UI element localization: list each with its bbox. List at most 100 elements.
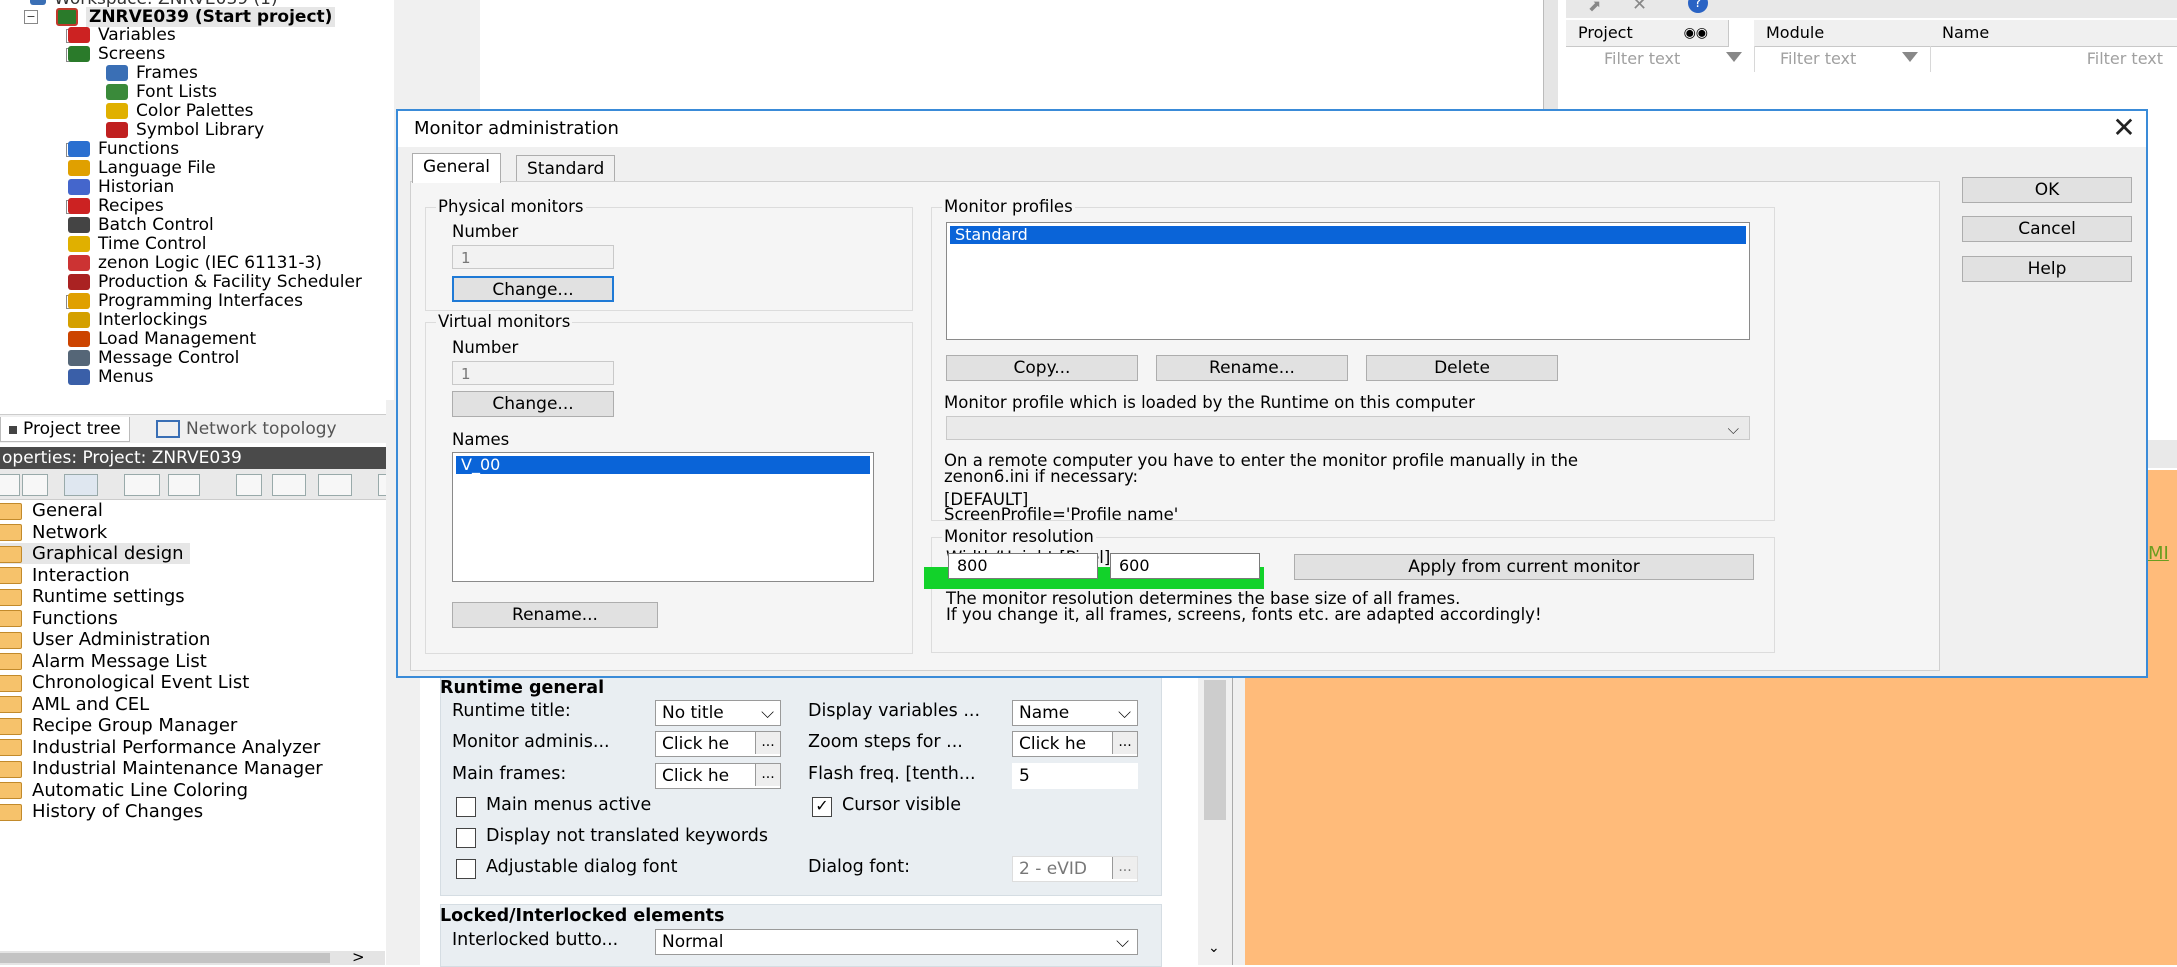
pin-icon[interactable]: ⬈ bbox=[1588, 0, 1601, 15]
main-frames-field[interactable]: Click he... bbox=[655, 763, 781, 789]
sort-icon[interactable] bbox=[0, 474, 20, 496]
binoculars-icon[interactable]: ◉◉ bbox=[1684, 20, 1708, 46]
properties-item[interactable]: Chronological Event List bbox=[0, 672, 255, 693]
monitor-admin-field[interactable]: Click he... bbox=[655, 731, 781, 757]
runtime-title-select[interactable]: No title ⌵ bbox=[655, 700, 781, 726]
scrollbar-thumb[interactable] bbox=[0, 953, 330, 963]
cancel-button[interactable]: Cancel bbox=[1962, 216, 2132, 242]
tree-item[interactable]: Menus bbox=[68, 368, 154, 387]
runtime-scrollbar-thumb[interactable] bbox=[1204, 680, 1226, 820]
tree-item[interactable]: Language File bbox=[68, 159, 216, 178]
tree-item[interactable]: Recipes bbox=[68, 197, 164, 216]
tree-item[interactable]: Interlockings bbox=[68, 311, 207, 330]
ellipsis-button[interactable]: ... bbox=[755, 764, 780, 786]
tree-item[interactable]: Frames bbox=[106, 64, 198, 83]
properties-item[interactable]: General bbox=[0, 500, 109, 521]
column-header-module[interactable]: Module bbox=[1754, 20, 1931, 47]
tree-item[interactable]: Batch Control bbox=[68, 216, 214, 235]
properties-item[interactable]: Network bbox=[0, 522, 113, 543]
properties-item[interactable]: Interaction bbox=[0, 565, 136, 586]
tab-general[interactable]: General bbox=[412, 153, 501, 183]
display-not-translated-checkbox[interactable] bbox=[456, 828, 476, 848]
tree-item[interactable]: Functions bbox=[68, 140, 179, 159]
list-item-selected[interactable]: V_00 bbox=[455, 455, 871, 475]
pane-splitter[interactable] bbox=[386, 400, 394, 965]
tree-item[interactable]: Color Palettes bbox=[106, 102, 254, 121]
tree-item[interactable]: zenon Logic (IEC 61131-3) bbox=[68, 254, 322, 273]
expert-view-icon[interactable] bbox=[168, 474, 200, 496]
properties-item[interactable]: Alarm Message List bbox=[0, 651, 213, 672]
properties-horizontal-scrollbar[interactable]: > bbox=[0, 948, 385, 966]
properties-item[interactable]: Recipe Group Manager bbox=[0, 715, 243, 736]
ellipsis-button[interactable]: ... bbox=[755, 732, 780, 754]
properties-item[interactable]: Graphical design bbox=[0, 543, 190, 564]
profile-delete-button[interactable]: Delete bbox=[1366, 355, 1558, 381]
filter-module[interactable]: Filter text bbox=[1754, 46, 1931, 72]
display-variables-select[interactable]: Name ⌵ bbox=[1012, 700, 1138, 726]
scroll-down-arrow[interactable]: ⌄ bbox=[1208, 940, 1220, 956]
virtual-rename-button[interactable]: Rename... bbox=[452, 602, 658, 628]
tree-item[interactable]: Symbol Library bbox=[106, 121, 264, 140]
help-text-icon[interactable] bbox=[236, 474, 262, 496]
cursor-visible-checkbox[interactable]: ✓ bbox=[812, 797, 832, 817]
ellipsis-button[interactable]: ... bbox=[1112, 857, 1137, 879]
editor-scrollbar[interactable] bbox=[1543, 0, 1558, 110]
tree-item[interactable]: Historian bbox=[68, 178, 174, 197]
interlocked-buttons-select[interactable]: Normal ⌵ bbox=[655, 929, 1138, 955]
tab-standard[interactable]: Standard bbox=[516, 155, 616, 183]
tab-project-tree[interactable]: Project tree bbox=[0, 417, 130, 442]
tab-network-topology[interactable]: Network topology bbox=[148, 417, 345, 441]
filter-project[interactable]: Filter text bbox=[1566, 46, 1755, 72]
properties-item[interactable]: User Administration bbox=[0, 629, 216, 650]
ok-button[interactable]: OK bbox=[1962, 177, 2132, 203]
main-menus-checkbox[interactable] bbox=[456, 797, 476, 817]
profile-copy-button[interactable]: Copy... bbox=[946, 355, 1138, 381]
help-button[interactable]: Help bbox=[1962, 256, 2132, 282]
column-header-name[interactable]: Name bbox=[1930, 20, 2177, 47]
flash-freq-field[interactable]: 5 bbox=[1012, 763, 1138, 789]
tree-item[interactable]: Variables bbox=[68, 26, 176, 45]
dialog-font-field[interactable]: 2 - eVID... bbox=[1012, 856, 1138, 882]
grouped-view-icon[interactable] bbox=[22, 474, 48, 496]
tree-item[interactable]: Font Lists bbox=[106, 83, 217, 102]
properties-item[interactable]: Automatic Line Coloring bbox=[0, 780, 254, 801]
category-view-icon[interactable] bbox=[64, 474, 98, 496]
delete-icon[interactable]: ✕ bbox=[1632, 0, 1647, 15]
favorites-icon[interactable] bbox=[124, 474, 160, 496]
tree-item[interactable]: Time Control bbox=[68, 235, 206, 254]
apply-current-monitor-button[interactable]: Apply from current monitor bbox=[1294, 554, 1754, 580]
resolution-height-input[interactable]: 600 bbox=[1110, 553, 1260, 579]
adjustable-font-checkbox[interactable] bbox=[456, 859, 476, 879]
list-item-selected[interactable]: Standard bbox=[949, 225, 1747, 245]
screen-preview-link[interactable]: MI bbox=[2148, 543, 2169, 564]
profile-rename-button[interactable]: Rename... bbox=[1156, 355, 1348, 381]
properties-item[interactable]: AML and CEL bbox=[0, 694, 155, 715]
properties-item[interactable]: Industrial Performance Analyzer bbox=[0, 737, 326, 758]
virtual-names-list[interactable]: V_00 bbox=[452, 452, 874, 582]
tree-item[interactable]: Production & Facility Scheduler bbox=[68, 273, 362, 292]
close-icon[interactable]: ✕ bbox=[2106, 113, 2142, 145]
list-view-icon[interactable] bbox=[272, 474, 306, 496]
tree-item[interactable]: Load Management bbox=[68, 330, 256, 349]
ellipsis-button[interactable]: ... bbox=[1112, 732, 1137, 754]
virtual-change-button[interactable]: Change... bbox=[452, 391, 614, 417]
column-header-project[interactable]: Project ◉◉ bbox=[1566, 20, 1729, 47]
filter-icon[interactable] bbox=[1902, 52, 1918, 62]
properties-item[interactable]: History of Changes bbox=[0, 801, 209, 822]
monitor-profiles-list[interactable]: Standard bbox=[946, 222, 1750, 340]
runtime-profile-select[interactable]: ⌵ bbox=[946, 416, 1750, 440]
help-icon[interactable]: ? bbox=[1688, 0, 1708, 13]
properties-item[interactable]: Runtime settings bbox=[0, 586, 191, 607]
physical-change-button[interactable]: Change... bbox=[452, 276, 614, 302]
filter-name[interactable]: Filter text bbox=[1930, 46, 2177, 72]
filter-icon[interactable] bbox=[1726, 52, 1742, 62]
properties-item[interactable]: Functions bbox=[0, 608, 124, 629]
resolution-width-input[interactable]: 800 bbox=[948, 553, 1098, 579]
collapse-icon[interactable]: − bbox=[24, 10, 38, 24]
tree-item[interactable]: Screens bbox=[68, 45, 165, 64]
tree-item[interactable]: Message Control bbox=[68, 349, 239, 368]
properties-item[interactable]: Industrial Maintenance Manager bbox=[0, 758, 329, 779]
zoom-steps-field[interactable]: Click he... bbox=[1012, 731, 1138, 757]
tree-item[interactable]: Programming Interfaces bbox=[68, 292, 303, 311]
scroll-right-arrow[interactable]: > bbox=[352, 948, 365, 966]
